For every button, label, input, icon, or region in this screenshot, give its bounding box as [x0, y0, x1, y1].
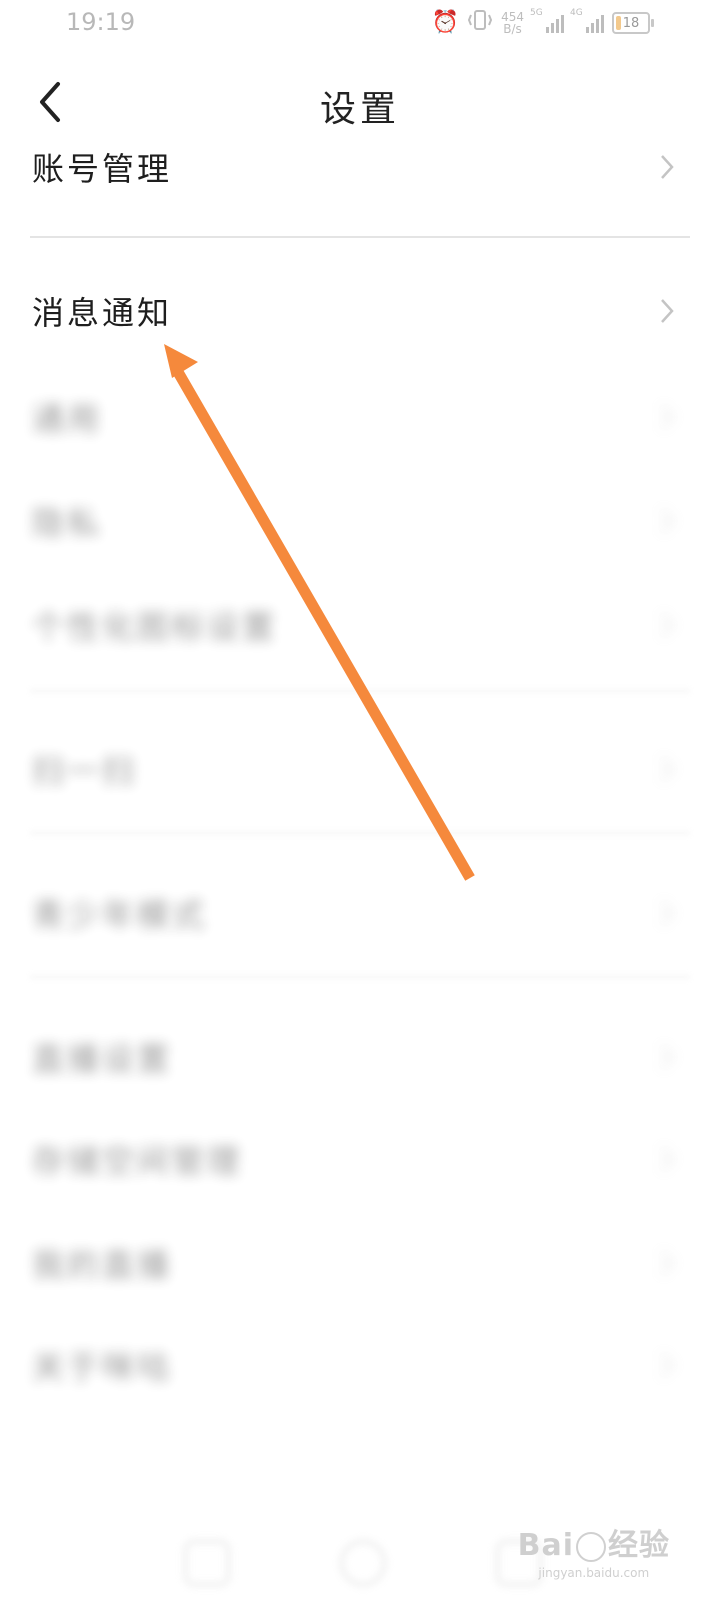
status-time: 19:19	[66, 8, 136, 36]
chevron-right-icon	[661, 155, 674, 179]
settings-item-live-settings[interactable]: 直播设置	[0, 1022, 720, 1092]
settings-item-storage-management[interactable]: 存储空间管理	[0, 1124, 720, 1194]
chevron-right-icon	[661, 1251, 674, 1275]
chevron-right-icon	[661, 405, 674, 429]
vibrate-icon	[467, 9, 493, 37]
chevron-right-icon	[661, 1353, 674, 1377]
divider	[30, 832, 690, 834]
bottom-nav: Bai 经验 jingyan.baidu.com	[0, 1500, 720, 1600]
settings-item-label: 个性化图标设置	[32, 608, 278, 646]
chevron-right-icon	[661, 613, 674, 637]
settings-item-label: 青少年模式	[32, 896, 208, 934]
settings-item-label: 我的直播	[32, 1246, 173, 1284]
sim1-network-tag: 5G	[530, 8, 543, 18]
watermark-brand: Bai	[517, 1528, 574, 1563]
settings-item-icon-personalization[interactable]: 个性化图标设置	[0, 590, 720, 660]
chevron-right-icon	[661, 901, 674, 925]
settings-item-label: 直播设置	[32, 1040, 173, 1078]
chevron-right-icon	[661, 1147, 674, 1171]
battery-fill	[616, 16, 621, 30]
divider	[30, 690, 690, 692]
signal-sim1-icon: 5G	[530, 9, 564, 33]
settings-item-my-live[interactable]: 我的直播	[0, 1228, 720, 1298]
settings-item-label: 隐私	[32, 504, 103, 542]
alarm-icon: ⏰	[431, 10, 460, 35]
settings-item-label: 账号管理	[32, 150, 173, 188]
settings-item-general[interactable]: 通用	[0, 382, 720, 452]
settings-item-label: 通用	[32, 400, 103, 438]
baidu-jingyan-watermark: Bai 经验 jingyan.baidu.com	[518, 1520, 670, 1580]
chevron-right-icon	[661, 1045, 674, 1069]
battery-level: 18	[622, 15, 640, 31]
chevron-right-icon	[661, 509, 674, 533]
status-icons: ⏰ 454 B/s 5G 4G 18	[431, 8, 654, 38]
settings-item-label: 消息通知	[32, 294, 173, 332]
divider	[30, 976, 690, 978]
settings-item-about[interactable]: 关于咪咕	[0, 1330, 720, 1400]
sim2-network-tag: 4G	[570, 8, 583, 18]
chevron-right-icon	[661, 299, 674, 323]
network-speed-unit: B/s	[503, 22, 522, 36]
watermark-brand-suffix: 经验	[608, 1528, 670, 1563]
battery-icon: 18	[612, 12, 654, 34]
chevron-right-icon	[661, 757, 674, 781]
settings-item-account-management[interactable]: 账号管理	[0, 132, 720, 202]
settings-screen: 19:19 ⏰ 454 B/s 5G 4G 18 设置 账号管理 消息通知 通用…	[0, 0, 720, 1600]
nav-back-button[interactable]	[184, 1540, 230, 1586]
page-title: 设置	[319, 89, 400, 130]
settings-item-message-notifications[interactable]: 消息通知	[0, 276, 720, 346]
signal-sim2-icon: 4G	[570, 9, 604, 33]
nav-home-button[interactable]	[340, 1540, 386, 1586]
status-bar: 19:19 ⏰ 454 B/s 5G 4G 18	[0, 0, 720, 46]
settings-item-label: 存储空间管理	[32, 1142, 243, 1180]
paw-icon	[576, 1531, 606, 1562]
settings-item-scan[interactable]: 扫一扫	[0, 734, 720, 804]
settings-item-privacy[interactable]: 隐私	[0, 486, 720, 556]
settings-item-label: 扫一扫	[32, 752, 138, 790]
watermark-url: jingyan.baidu.com	[538, 1566, 650, 1580]
network-speed: 454 B/s	[501, 11, 524, 35]
divider	[30, 236, 690, 238]
settings-item-teen-mode[interactable]: 青少年模式	[0, 878, 720, 948]
settings-item-label: 关于咪咕	[32, 1348, 173, 1386]
